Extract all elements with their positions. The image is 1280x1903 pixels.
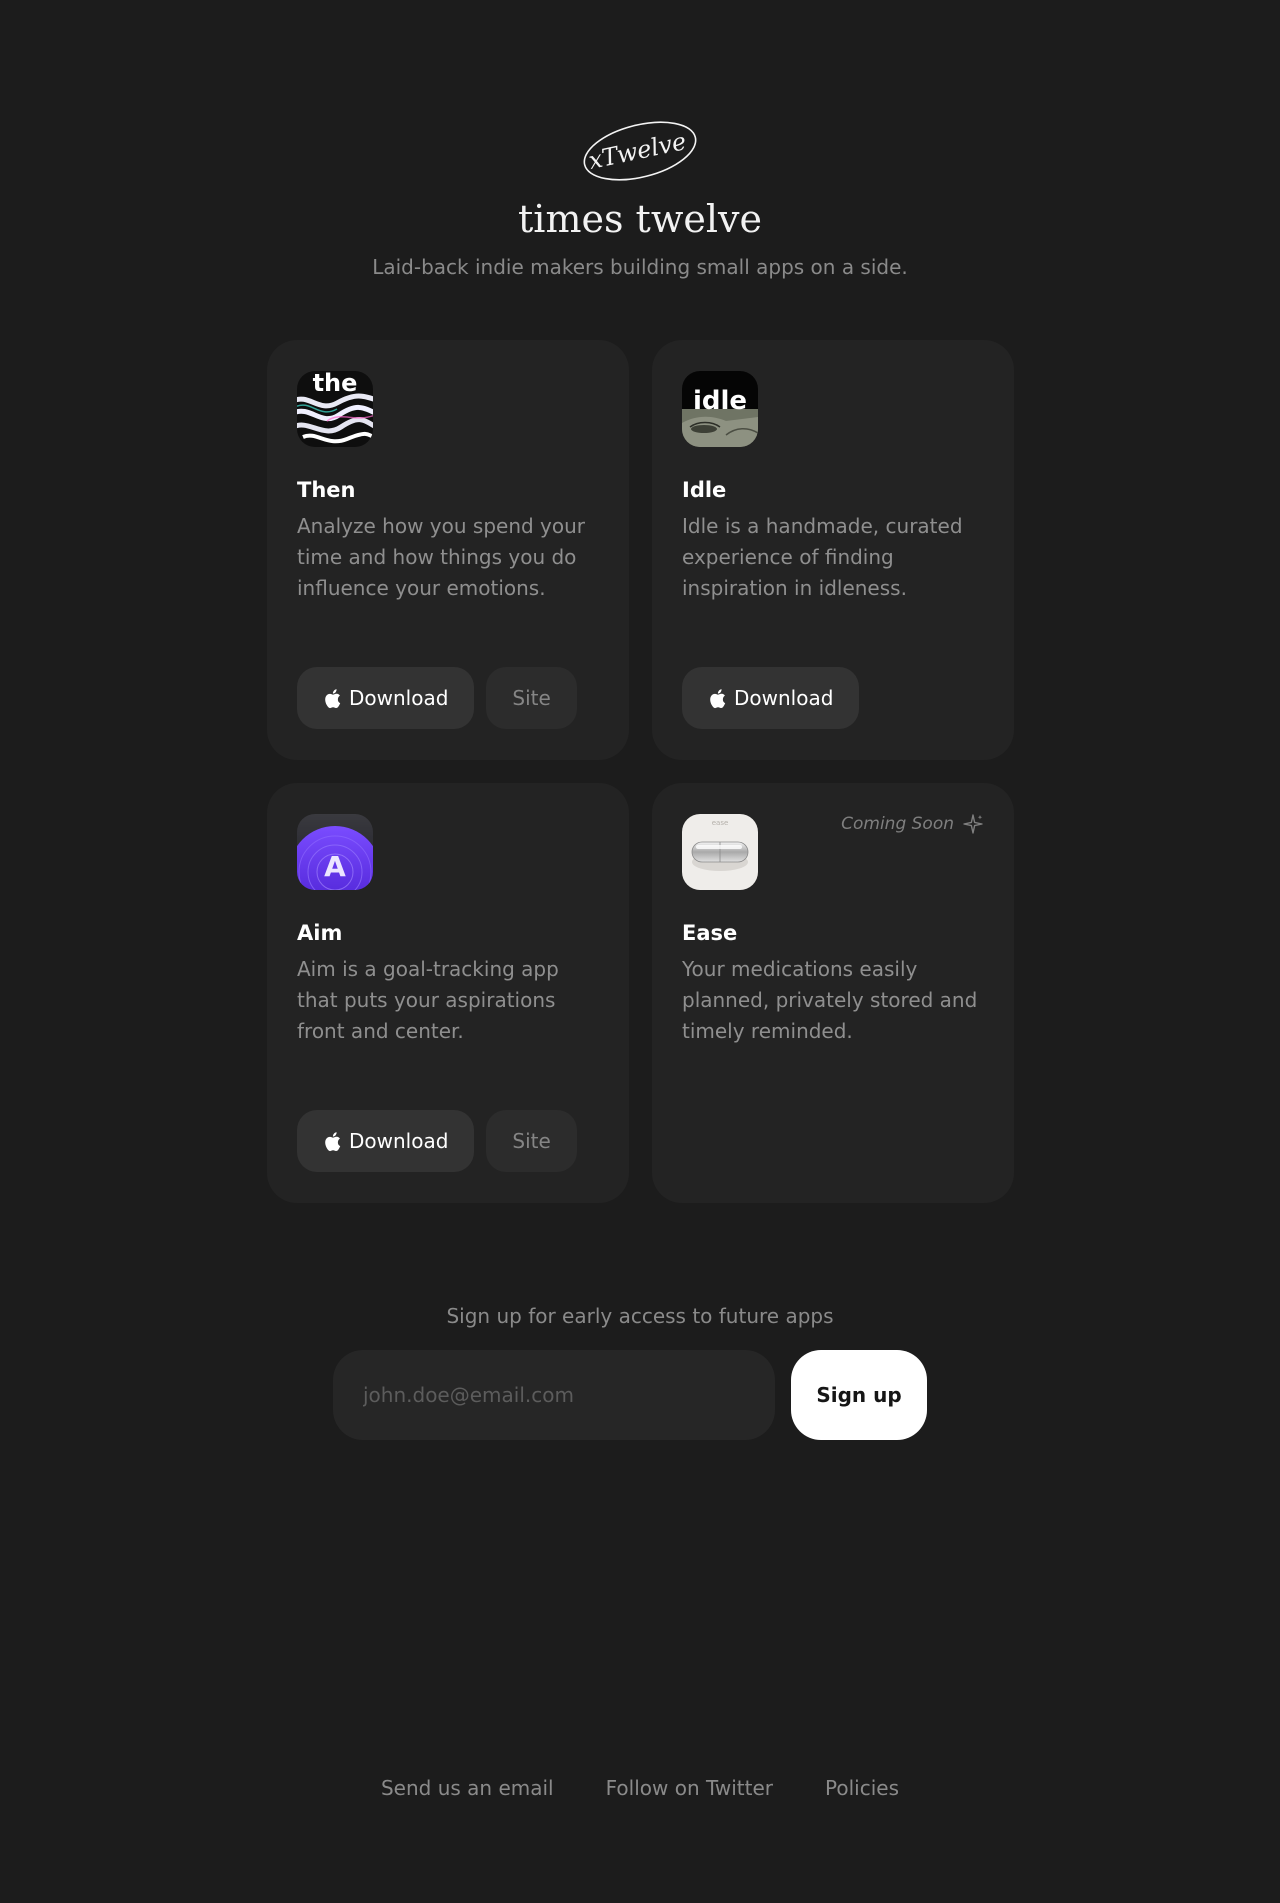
- app-description: Aim is a goal-tracking app that puts you…: [297, 957, 559, 1043]
- site-button[interactable]: Site: [486, 667, 577, 729]
- app-card-then: the Then Analyze how you spend your time…: [267, 340, 629, 760]
- app-actions: Download Site: [297, 1110, 577, 1172]
- sparkle-icon: [963, 814, 983, 834]
- signup-form: Sign up: [0, 1350, 1280, 1440]
- download-label: Download: [349, 1129, 449, 1153]
- app-description: Your medications easily planned, private…: [682, 957, 978, 1043]
- app-card-aim: A Aim Aim is a goal-tracking app that pu…: [267, 783, 629, 1203]
- coming-soon-label: Coming Soon: [841, 814, 954, 834]
- signup-button[interactable]: Sign up: [791, 1350, 927, 1440]
- coming-soon-badge: Coming Soon: [841, 813, 984, 835]
- site-title: times twelve: [518, 197, 762, 241]
- signup-section: Sign up for early access to future apps …: [0, 1302, 1280, 1440]
- download-button[interactable]: Download: [297, 1110, 475, 1172]
- apple-icon: [325, 1131, 341, 1151]
- aim-icon-lettering: A: [324, 850, 346, 883]
- apple-icon: [710, 688, 726, 708]
- aim-app-icon: A: [297, 814, 373, 890]
- app-card-ease: Coming Soon ease Ease Your medications e…: [652, 783, 1014, 1203]
- signup-prompt: Sign up for early access to future apps: [446, 1304, 834, 1328]
- app-description: Idle is a handmade, curated experience o…: [682, 514, 963, 600]
- download-button[interactable]: Download: [297, 667, 475, 729]
- then-app-icon: the: [297, 371, 373, 447]
- then-icon-lettering: the: [313, 371, 358, 397]
- ease-app-icon: ease: [682, 814, 758, 890]
- ease-icon-lettering: ease: [712, 819, 729, 827]
- download-label: Download: [734, 686, 834, 710]
- app-actions: Download: [682, 667, 860, 729]
- email-link[interactable]: Send us an email: [381, 1776, 554, 1800]
- download-label: Download: [349, 686, 449, 710]
- idle-icon-lettering: idle: [693, 386, 747, 416]
- apps-grid: the Then Analyze how you spend your time…: [267, 340, 1014, 1203]
- site-tagline: Laid-back indie makers building small ap…: [372, 255, 908, 279]
- footer: Send us an email Follow on Twitter Polic…: [0, 1776, 1280, 1800]
- twitter-link[interactable]: Follow on Twitter: [606, 1776, 773, 1800]
- app-name: Aim: [297, 921, 343, 945]
- download-button[interactable]: Download: [682, 667, 860, 729]
- app-card-idle: idle Idle Idle is a handmade, curated ex…: [652, 340, 1014, 760]
- email-input[interactable]: [333, 1350, 775, 1440]
- app-actions: Download Site: [297, 667, 577, 729]
- xtwelve-logo: xTwelve: [583, 121, 697, 181]
- app-name: Idle: [682, 478, 727, 502]
- app-name: Then: [297, 478, 356, 502]
- logo-lettering: xTwelve: [586, 127, 689, 175]
- app-name: Ease: [682, 921, 738, 945]
- apple-icon: [325, 688, 341, 708]
- app-description: Analyze how you spend your time and how …: [297, 514, 586, 600]
- idle-app-icon: idle: [682, 371, 758, 447]
- policies-link[interactable]: Policies: [825, 1776, 899, 1800]
- site-button[interactable]: Site: [486, 1110, 577, 1172]
- site-header: xTwelve times twelve Laid-back indie mak…: [0, 118, 1280, 280]
